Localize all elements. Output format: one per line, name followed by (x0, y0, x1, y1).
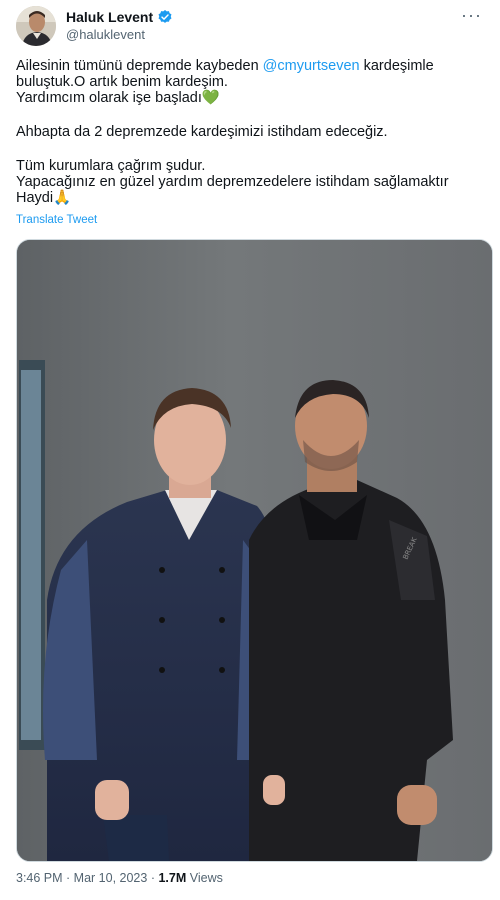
translate-tweet-link[interactable]: Translate Tweet (16, 214, 97, 226)
views-count: 1.7M (158, 871, 187, 885)
tweet-text: Ailesinin tümünü depremde kaybeden @cmyu… (16, 58, 484, 206)
tweet-card: Haluk Levent @haluklevent ··· Ailesinin … (0, 0, 500, 900)
mention-link[interactable]: @cmyurtseven (263, 58, 360, 74)
verified-badge-icon (157, 9, 173, 25)
tweet-text-segment: Ailesinin tümünü depremde kaybeden (16, 58, 263, 74)
display-name[interactable]: Haluk Levent (66, 9, 153, 25)
tweet-photo[interactable]: BREAK (16, 239, 493, 862)
tweet-header: Haluk Levent @haluklevent ··· (16, 6, 486, 48)
user-handle[interactable]: @haluklevent (66, 27, 145, 42)
tweet-line: Haydi🙏 (16, 190, 484, 206)
tweet-text-segment: kardeşimle (359, 58, 434, 74)
tweet-time[interactable]: 3:46 PM (16, 871, 63, 885)
avatar[interactable] (16, 6, 56, 46)
praying-hands-emoji: 🙏 (53, 190, 72, 206)
more-horizontal-icon[interactable]: ··· (461, 6, 482, 24)
tweet-line: Ahbapta da 2 depremzede kardeşimizi isti… (16, 124, 388, 140)
tweet-line: Ailesinin tümünü depremde kaybeden @cmyu… (16, 58, 484, 74)
tweet-date[interactable]: Mar 10, 2023 (74, 871, 148, 885)
tweet-text-segment: Yardımcım olarak işe başladı (16, 90, 202, 106)
tweet-line: Yapacağınız en güzel yardım depremzedele… (16, 174, 449, 190)
name-row: Haluk Levent (66, 8, 173, 26)
tweet-meta: 3:46 PM · Mar 10, 2023 · 1.7M Views (16, 871, 223, 885)
green-heart-emoji: 💚 (201, 90, 220, 106)
tweet-line: Tüm kurumlara çağrım şudur. (16, 158, 206, 174)
meta-separator: · (147, 871, 159, 885)
meta-separator: · (62, 871, 74, 885)
views-label: Views (186, 871, 223, 885)
tweet-text-segment: Haydi (16, 190, 54, 206)
tweet-line: buluştuk.O artık benim kardeşim. (16, 74, 228, 90)
tweet-line: Yardımcım olarak işe başladı💚 (16, 90, 484, 106)
